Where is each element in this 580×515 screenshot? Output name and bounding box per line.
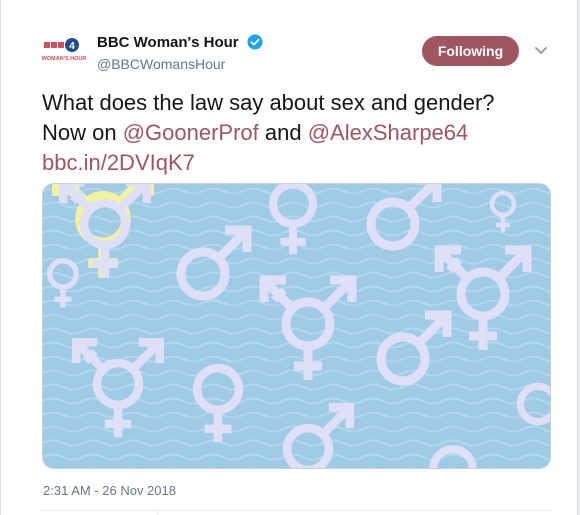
- divider-tick: [157, 510, 158, 515]
- tweet-media-image[interactable]: [42, 183, 551, 469]
- bbc-radio-4-logo-icon: 4 WOMAN'S HOUR: [41, 32, 87, 66]
- avatar[interactable]: 4 WOMAN'S HOUR: [41, 32, 87, 66]
- tweet-card: 4 WOMAN'S HOUR BBC Woman's Hour @BBCWoma…: [0, 0, 578, 515]
- author-name[interactable]: BBC Woman's Hour: [97, 34, 263, 54]
- tweet-url-link[interactable]: bbc.in/2DVIqK7: [42, 150, 195, 175]
- tweet-text-prefix: Now on: [42, 120, 123, 145]
- avatar-caption: WOMAN'S HOUR: [42, 56, 87, 62]
- tweet-text-joiner: and: [258, 120, 308, 145]
- avatar-channel-number: 4: [69, 41, 75, 52]
- chevron-down-icon[interactable]: [533, 44, 549, 58]
- tweet-timestamp[interactable]: 2:31 AM - 26 Nov 2018: [43, 483, 176, 498]
- tweet-text-line1: What does the law say about sex and gend…: [42, 90, 495, 115]
- verified-badge-icon: [247, 34, 263, 54]
- tweet-text: What does the law say about sex and gend…: [42, 88, 562, 178]
- mention-link-gooner-prof[interactable]: @GoonerProf: [123, 120, 259, 145]
- mention-link-alex-sharpe[interactable]: @AlexSharpe64: [308, 120, 469, 145]
- author-handle[interactable]: @BBCWomansHour: [97, 56, 225, 72]
- gender-symbols-pattern-image: [43, 184, 550, 468]
- following-button[interactable]: Following: [422, 36, 519, 66]
- divider: [41, 510, 551, 511]
- author-name-text[interactable]: BBC Woman's Hour: [97, 34, 239, 51]
